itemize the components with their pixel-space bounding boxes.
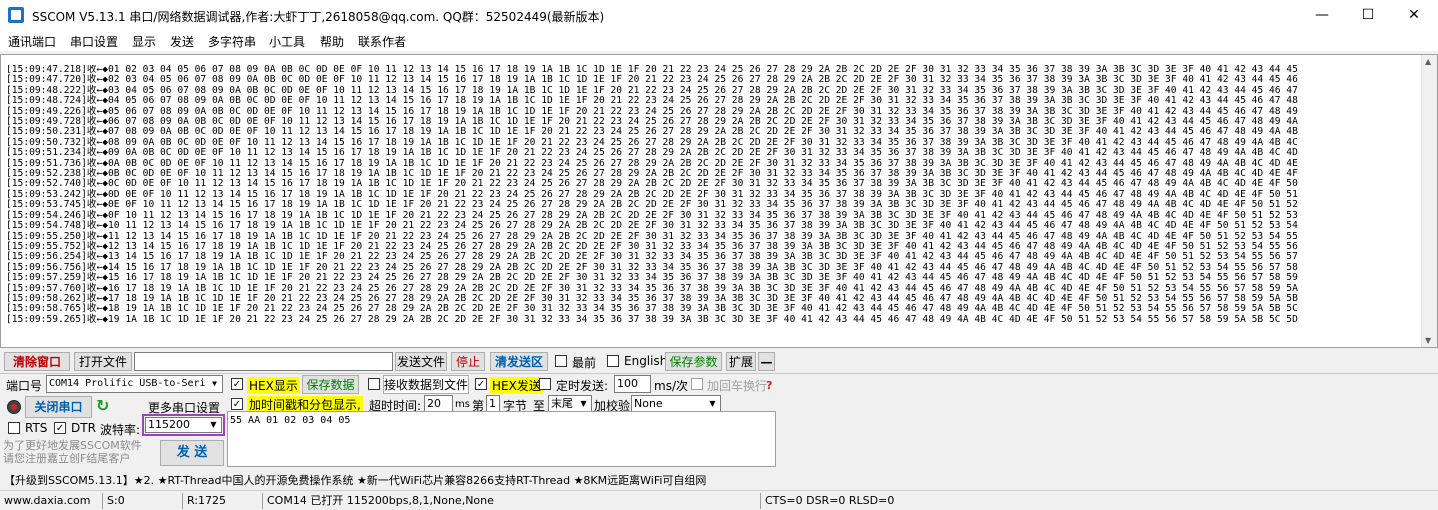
help-icon[interactable]: ? bbox=[766, 380, 776, 392]
rts-checkbox[interactable] bbox=[8, 422, 20, 434]
baud-select[interactable]: 115200 ▼ bbox=[145, 417, 222, 433]
chevron-down-icon: ▼ bbox=[709, 399, 716, 408]
recv-to-file-button[interactable]: 接收数据到文件 bbox=[383, 375, 469, 394]
close-button[interactable]: ✕ bbox=[1391, 0, 1437, 31]
receive-log[interactable]: [15:09:47.218]收←◆01 02 03 04 05 06 07 08… bbox=[6, 65, 1421, 347]
recv-to-file-checkbox[interactable] bbox=[368, 378, 380, 390]
send-input[interactable]: 55 AA 01 02 03 04 05 bbox=[227, 411, 776, 467]
receive-area[interactable]: [15:09:47.218]收←◆01 02 03 04 05 06 07 08… bbox=[0, 54, 1438, 348]
expand-button[interactable]: 扩展 bbox=[726, 352, 756, 371]
status-sent-count: S:0 bbox=[102, 493, 182, 509]
status-port-info: COM14 已打开 115200bps,8,1,None,None bbox=[262, 493, 760, 509]
menu-serial-settings[interactable]: 串口设置 bbox=[70, 33, 118, 50]
hex-send-checkbox[interactable]: ✓ bbox=[475, 378, 487, 390]
checksum-value: None bbox=[634, 397, 663, 410]
topmost-checkbox[interactable] bbox=[555, 355, 567, 367]
hex-display-checkbox[interactable]: ✓ bbox=[231, 378, 243, 390]
port-select[interactable]: COM14 Prolific USB-to-Seri ▼ bbox=[46, 375, 223, 393]
promo-ticker-text[interactable]: 【升级到SSCOM5.13.1】★2. ★RT-Thread中国人的开源免费操作… bbox=[4, 472, 706, 488]
add-crlf-label: 加回车换行 bbox=[707, 379, 768, 393]
save-data-button[interactable]: 保存数据 bbox=[302, 375, 359, 394]
file-path-input[interactable] bbox=[134, 352, 393, 371]
chevron-down-icon: ▼ bbox=[212, 379, 217, 388]
status-line-signals: CTS=0 DSR=0 RLSD=0 bbox=[760, 493, 1438, 509]
interval-unit: ms/次 bbox=[654, 379, 688, 393]
window-title: SSCOM V5.13.1 串口/网络数据调试器,作者:大虾丁丁,2618058… bbox=[32, 10, 605, 24]
dtr-label: DTR bbox=[71, 421, 96, 435]
clear-window-button[interactable]: 清除窗口 bbox=[4, 352, 70, 371]
maximize-button[interactable]: ☐ bbox=[1345, 0, 1391, 31]
menu-bar: 通讯端口 串口设置 显示 发送 多字符串 小工具 帮助 联系作者 bbox=[0, 31, 1438, 51]
send-button[interactable]: 发 送 bbox=[160, 440, 224, 466]
baud-label: 波特率: bbox=[100, 423, 141, 437]
receive-line: [15:09:57.259]收←◆15 16 17 18 19 1A 1B 1C… bbox=[6, 272, 1298, 284]
hex-display-label: HEX显示 bbox=[247, 377, 300, 394]
rts-label: RTS bbox=[25, 421, 48, 435]
vertical-scrollbar[interactable]: ▲ ▼ bbox=[1421, 55, 1437, 347]
menu-comm-port[interactable]: 通讯端口 bbox=[8, 33, 56, 50]
promo-notice: 为了更好地发展SSCOM软件 请您注册嘉立创F结尾客户 bbox=[3, 439, 142, 465]
add-crlf-checkbox[interactable] bbox=[691, 378, 703, 390]
receive-line: [15:09:54.748]收←◆10 11 12 13 14 15 16 17… bbox=[6, 220, 1298, 232]
promo-ticker[interactable]: 【升级到SSCOM5.13.1】★2. ★RT-Thread中国人的开源免费操作… bbox=[0, 470, 1438, 488]
collapse-button[interactable]: — bbox=[758, 352, 775, 371]
scroll-up-icon[interactable]: ▲ bbox=[1425, 57, 1431, 66]
title-bar: SSCOM V5.13.1 串口/网络数据调试器,作者:大虾丁丁,2618058… bbox=[0, 0, 1438, 31]
menu-display[interactable]: 显示 bbox=[132, 33, 156, 50]
send-file-button[interactable]: 发送文件 bbox=[395, 352, 447, 371]
save-params-button[interactable]: 保存参数 bbox=[665, 352, 722, 371]
menu-send[interactable]: 发送 bbox=[170, 33, 194, 50]
status-received-count: R:1725 bbox=[182, 493, 262, 509]
menu-tools[interactable]: 小工具 bbox=[269, 33, 305, 50]
port-status-icon bbox=[7, 400, 21, 414]
timed-send-label: 定时发送: bbox=[556, 379, 609, 393]
app-icon bbox=[8, 7, 24, 23]
open-file-button[interactable]: 打开文件 bbox=[74, 352, 132, 371]
timestamp-checkbox[interactable]: ✓ bbox=[231, 398, 243, 410]
interval-input[interactable]: 100 bbox=[614, 375, 651, 393]
hex-send-label: HEX发送 bbox=[490, 377, 543, 394]
timed-send-checkbox[interactable] bbox=[539, 378, 551, 390]
menu-multi-string[interactable]: 多字符串 bbox=[208, 33, 256, 50]
menu-contact-author[interactable]: 联系作者 bbox=[358, 33, 406, 50]
chevron-down-icon: ▼ bbox=[210, 420, 217, 429]
port-label: 端口号 bbox=[6, 379, 43, 393]
status-bar: www.daxia.com S:0 R:1725 COM14 已打开 11520… bbox=[0, 490, 1438, 510]
scroll-down-icon[interactable]: ▼ bbox=[1425, 336, 1431, 345]
english-label: English bbox=[624, 354, 668, 368]
baud-value: 115200 bbox=[148, 418, 190, 431]
dtr-checkbox[interactable]: ✓ bbox=[54, 422, 66, 434]
timeout-unit: ms bbox=[455, 399, 470, 410]
close-port-button[interactable]: 关闭串口 bbox=[25, 396, 92, 418]
status-url[interactable]: www.daxia.com bbox=[0, 493, 100, 509]
topmost-label: 最前 bbox=[572, 356, 597, 370]
menu-help[interactable]: 帮助 bbox=[320, 33, 344, 50]
chevron-down-icon: ▼ bbox=[580, 399, 587, 408]
minimize-button[interactable]: — bbox=[1299, 0, 1345, 31]
english-checkbox[interactable] bbox=[607, 355, 619, 367]
receive-line: [15:09:59.265]收←◆19 1A 1B 1C 1D 1E 1F 20… bbox=[6, 313, 1298, 325]
refresh-icon[interactable]: ↻ bbox=[96, 398, 112, 414]
clear-send-button[interactable]: 清发送区 bbox=[490, 352, 548, 371]
port-value: COM14 Prolific USB-to-Seri bbox=[49, 378, 206, 389]
to-value: 末尾 bbox=[551, 397, 573, 410]
stop-button[interactable]: 停止 bbox=[451, 352, 485, 371]
